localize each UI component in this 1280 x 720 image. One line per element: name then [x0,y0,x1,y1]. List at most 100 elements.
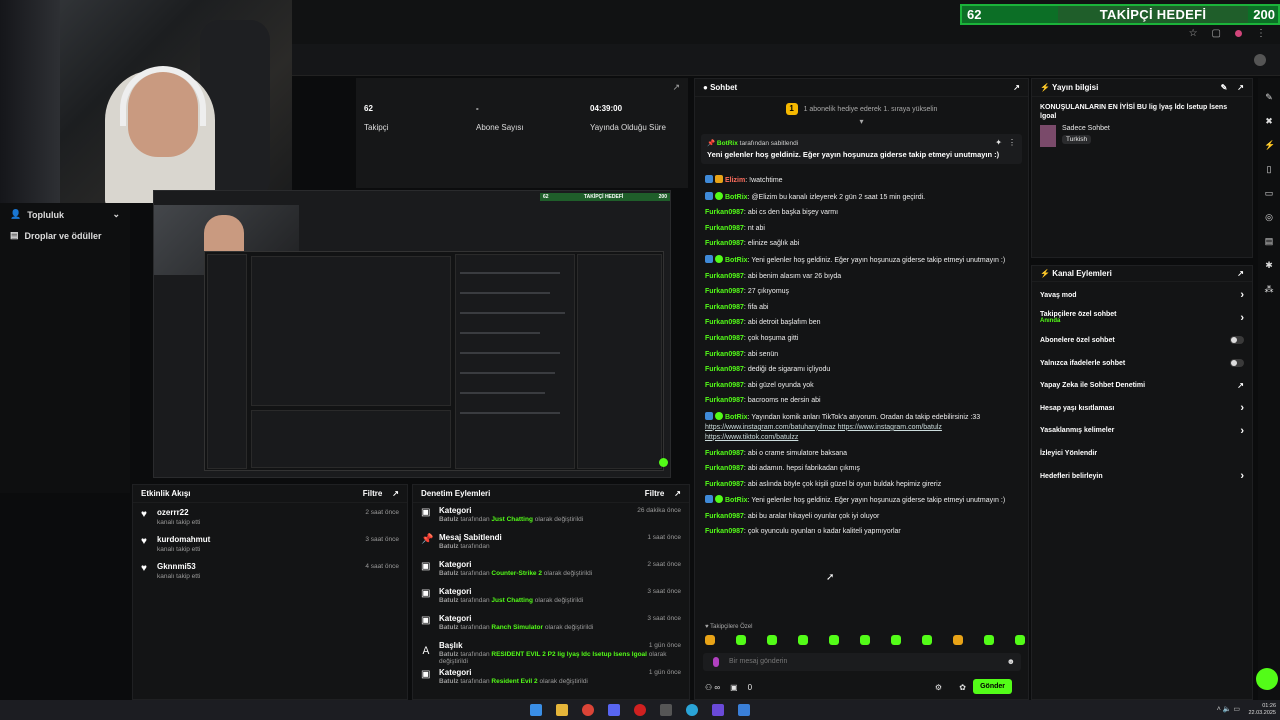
send-button[interactable]: Gönder [973,679,1012,694]
chat-username[interactable]: Furkan0987 [705,240,744,247]
chat-username[interactable]: Furkan0987 [705,513,744,520]
toggle-switch[interactable] [1230,336,1244,345]
channel-action-row[interactable]: Hedefleri belirleyin › [1032,465,1252,488]
chat-username[interactable]: BotRix [725,194,748,201]
obs-icon[interactable] [660,704,672,716]
emote-icon[interactable] [1015,635,1025,645]
broadcast-icon[interactable]: ◎ [1264,212,1274,222]
windows-start-icon[interactable] [530,704,542,716]
moderation-item: ▣ Kategori Batulz tarafından Ranch Simulat… [421,614,681,631]
phone-icon[interactable]: ▯ [1264,164,1274,174]
chat-username[interactable]: Furkan0987 [705,225,744,232]
dashboard-icon[interactable]: ▤ [1264,236,1274,246]
stream-info-panel: ⚡ Yayın bilgisi ✎ ↗ KONUŞULANLARIN EN İYİ… [1031,78,1253,258]
emote-icon[interactable] [829,635,839,645]
file-explorer-icon[interactable] [556,704,568,716]
chat-username[interactable]: Furkan0987 [705,528,744,535]
chat-username[interactable]: BotRix [725,257,748,264]
emote-icon[interactable] [984,635,994,645]
emote-icon[interactable] [705,635,715,645]
chat-username[interactable]: Furkan0987 [705,319,744,326]
chat-username[interactable]: Furkan0987 [705,304,744,311]
settings-icon[interactable]: ⚙ [935,683,942,692]
wrench-icon[interactable]: ✱ [1264,260,1274,270]
chat-username[interactable]: Furkan0987 [705,382,744,389]
chat-username[interactable]: Furkan0987 [705,351,744,358]
chat-username[interactable]: Furkan0987 [705,450,744,457]
emote-icon[interactable] [922,635,932,645]
emote-icon[interactable] [891,635,901,645]
chat-username[interactable]: BotRix [725,414,748,421]
channel-action-row[interactable]: Hesap yaşı kısıtlaması › [1032,397,1252,420]
help-button[interactable] [1256,668,1278,690]
users-icon[interactable]: ⁂ [1264,284,1274,294]
filter-button[interactable]: Filtre [645,489,665,498]
chat-username[interactable]: Furkan0987 [705,465,744,472]
channel-action-row[interactable]: Takipçilere özel sohbet Anında › [1032,307,1252,330]
chat-input[interactable]: Bir mesaj gönderin ☻ [703,653,1021,671]
filter-button[interactable]: Filtre [363,489,383,498]
channel-action-row[interactable]: Yavaş mod › [1032,284,1252,307]
clock[interactable]: 01:26 22.03.2025 [1248,703,1276,717]
extensions-icon[interactable]: ▢ [1212,28,1221,39]
popout-icon[interactable]: ↗ [672,82,680,93]
system-tray[interactable]: ˄ 🔈 ▭ [1217,705,1240,713]
gift-icon[interactable]: ▣ [730,683,738,692]
steam-icon[interactable] [738,704,750,716]
list-item: ♥ Gknnmi53 kanalı takip etti 4 saat önce [141,562,399,580]
popout-icon[interactable]: ↗ [1237,269,1244,278]
chat-username[interactable]: Furkan0987 [705,273,744,280]
toggle-switch[interactable] [1230,359,1244,368]
opera-icon[interactable] [634,704,646,716]
pinned-message: 📌 BotRix tarafından sabitlendi Yeni gele… [701,134,1022,164]
emote-icon[interactable] [798,635,808,645]
chat-username[interactable]: Furkan0987 [705,209,744,216]
popout-icon[interactable]: ↗ [1013,83,1020,92]
more-icon[interactable]: ⋮ [1008,138,1016,147]
emoji-icon[interactable]: ☻ [1007,657,1015,666]
chrome-icon[interactable] [582,704,594,716]
star-icon[interactable]: ☆ [1189,28,1198,39]
emote-icon[interactable] [953,635,963,645]
edge-icon[interactable] [686,704,698,716]
close-icon[interactable]: ✖ [1264,116,1274,126]
popout-icon[interactable]: ↗ [392,489,399,498]
sidebar-item-drops[interactable]: ▤ Droplar ve ödüller [0,227,130,244]
chevron-right-icon: › [1240,402,1244,415]
avatar[interactable] [1254,54,1266,66]
channel-action-row[interactable]: Abonelere özel sohbet [1032,329,1252,352]
chat-icon[interactable]: ▭ [1264,188,1274,198]
chat-username[interactable]: Furkan0987 [705,397,744,404]
emote-icon[interactable] [860,635,870,645]
bot-icon[interactable]: ✿ [959,683,966,692]
pencil-icon[interactable]: ✎ [1264,92,1274,102]
profile-icon[interactable] [1235,29,1242,37]
channel-action-row[interactable]: Yalnızca ifadelerle sohbet [1032,352,1252,375]
chat-username[interactable]: Furkan0987 [705,335,744,342]
chat-username[interactable]: Elizim [725,177,745,184]
discord-icon[interactable] [608,704,620,716]
edit-icon[interactable]: ✎ [1221,83,1228,92]
sidebar-item-label: Topluluk [27,209,65,220]
chat-username[interactable]: Furkan0987 [705,481,744,488]
pin-icon[interactable]: ✦ [995,138,1002,147]
emote-icon[interactable] [767,635,777,645]
popout-icon[interactable]: ↗ [1237,83,1244,92]
folder-icon: ▣ [421,507,431,518]
app-icon[interactable] [712,704,724,716]
channel-action-row[interactable]: Yapay Zeka ile Sohbet Denetimi ↗ [1032,374,1252,397]
menu-icon[interactable]: ⋮ [1256,28,1266,39]
popout-icon[interactable]: ↗ [674,489,681,498]
bolt-icon[interactable]: ⚡ [1264,140,1275,150]
channel-action-row[interactable]: Yasaklanmış kelimeler › [1032,420,1252,443]
sidebar-item-community[interactable]: 👤 Topluluk ⌄ [0,206,130,223]
chat-username[interactable]: BotRix [725,497,748,504]
chat-username[interactable]: Furkan0987 [705,366,744,373]
channel-action-row[interactable]: İzleyici Yönlendir [1032,442,1252,465]
chat-username[interactable]: Furkan0987 [705,288,744,295]
chevron-down-icon[interactable]: ▾ [695,117,1028,126]
chat-link[interactable]: https://www.instagram.com/batuhanyilmaz … [705,424,942,441]
points-icon[interactable]: ⚇ ∞ [705,683,720,692]
emote-icon[interactable] [736,635,746,645]
shield-icon: ⚡ [1040,269,1050,278]
